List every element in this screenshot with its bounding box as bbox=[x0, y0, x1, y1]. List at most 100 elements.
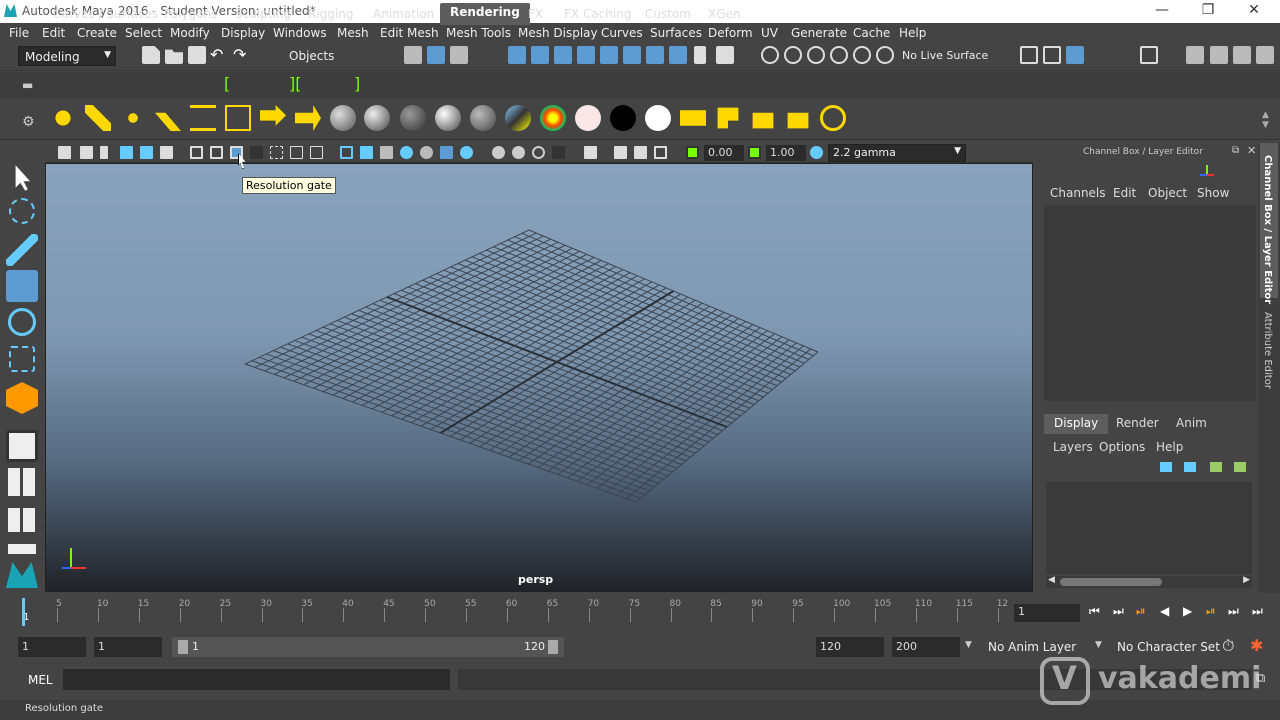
volume-light-icon[interactable] bbox=[225, 105, 251, 131]
tab-sculpting[interactable]: Sculpting bbox=[235, 5, 291, 24]
select-by-object-icon[interactable] bbox=[427, 46, 445, 64]
select-surfaces-icon[interactable] bbox=[577, 46, 595, 64]
select-curves-icon[interactable] bbox=[554, 46, 572, 64]
step-back-key-icon[interactable]: ⏭ bbox=[1113, 604, 1124, 619]
current-frame-field[interactable]: 1 bbox=[1014, 604, 1080, 622]
step-forward-key-icon[interactable]: ⏭ bbox=[1228, 604, 1239, 619]
menu-surfaces[interactable]: Surfaces bbox=[650, 26, 702, 40]
symmetry-icon[interactable] bbox=[1140, 46, 1158, 64]
menu-options[interactable]: Options bbox=[1099, 440, 1145, 454]
image-plane-icon[interactable] bbox=[120, 146, 133, 159]
screen-space-ao-icon[interactable] bbox=[460, 146, 473, 159]
menu-file[interactable]: File bbox=[9, 26, 29, 40]
select-by-component-icon[interactable] bbox=[450, 46, 468, 64]
textured-icon[interactable] bbox=[400, 146, 413, 159]
shelf-settings-icon[interactable]: ⚙ bbox=[22, 114, 35, 130]
render-view-icon[interactable] bbox=[1066, 46, 1084, 64]
select-handles-icon[interactable] bbox=[508, 46, 526, 64]
tab-fx-caching[interactable]: FX Caching bbox=[564, 5, 631, 24]
gate-mask-icon[interactable] bbox=[250, 146, 263, 159]
anim-layer-dropdown[interactable]: No Anim Layer bbox=[988, 640, 1076, 654]
tab-display-layers[interactable]: Display bbox=[1044, 414, 1109, 434]
outliner-layout-icon[interactable] bbox=[8, 544, 36, 554]
area-light-icon[interactable] bbox=[190, 105, 216, 131]
use-background-icon[interactable] bbox=[610, 105, 636, 131]
close-button[interactable]: ✕ bbox=[1244, 2, 1264, 18]
phong-e-material-icon[interactable] bbox=[435, 105, 461, 131]
menu-generate[interactable]: Generate bbox=[791, 26, 847, 40]
step-forward-frame-icon[interactable]: ⏯ bbox=[1206, 604, 1216, 619]
go-to-end-icon[interactable]: ⏭ bbox=[1252, 604, 1263, 619]
command-input[interactable] bbox=[63, 669, 450, 690]
select-joints-icon[interactable] bbox=[531, 46, 549, 64]
four-view-layout-icon[interactable] bbox=[8, 468, 36, 496]
paint-select-tool-icon[interactable] bbox=[6, 234, 38, 266]
move-layer-up-icon[interactable] bbox=[1160, 462, 1172, 472]
tab-animation[interactable]: Animation bbox=[373, 5, 434, 24]
layer-scrollbar[interactable]: ◀ ▶ bbox=[1046, 575, 1252, 588]
gamma-field[interactable]: 1.00 bbox=[766, 145, 806, 161]
single-perspective-view-icon[interactable] bbox=[6, 430, 38, 462]
menu-mesh-tools[interactable]: Mesh Tools bbox=[446, 26, 511, 40]
menu-curves[interactable]: Curves bbox=[601, 26, 643, 40]
go-to-start-icon[interactable]: ⏮ bbox=[1089, 604, 1100, 619]
field-chart-icon[interactable] bbox=[270, 146, 283, 159]
phong-material-icon[interactable] bbox=[364, 105, 390, 131]
layered-shader-icon[interactable] bbox=[505, 105, 531, 131]
snap-to-curve-icon[interactable] bbox=[784, 46, 802, 64]
move-tool-icon[interactable] bbox=[6, 270, 38, 302]
lasso-tool-icon[interactable] bbox=[9, 198, 35, 224]
select-deformations-icon[interactable] bbox=[600, 46, 618, 64]
tab-curves-surfaces[interactable]: Curves / Surfaces bbox=[53, 5, 158, 24]
snap-to-view-plane-icon[interactable] bbox=[830, 46, 848, 64]
menu-cache[interactable]: Cache bbox=[853, 26, 890, 40]
rotate-tool-icon[interactable] bbox=[8, 308, 36, 336]
play-backwards-icon[interactable]: ◀ bbox=[1160, 604, 1169, 618]
tab-rigging[interactable]: Rigging bbox=[308, 5, 353, 24]
tab-polygons[interactable]: Polygons bbox=[164, 5, 217, 24]
safe-title-icon[interactable] bbox=[310, 146, 323, 159]
snap-to-surface-icon[interactable] bbox=[853, 46, 871, 64]
scale-tool-icon[interactable] bbox=[9, 346, 35, 372]
grid-toggle-icon[interactable] bbox=[190, 146, 203, 159]
new-layer-icon[interactable] bbox=[1210, 462, 1222, 472]
select-dynamics-icon[interactable] bbox=[623, 46, 641, 64]
maximize-button[interactable]: ❐ bbox=[1198, 2, 1218, 18]
animation-start-field[interactable]: 1 bbox=[18, 637, 86, 657]
select-rendering-icon[interactable] bbox=[646, 46, 664, 64]
blinn-material-icon[interactable] bbox=[330, 105, 356, 131]
tab-rendering[interactable]: Rendering bbox=[440, 3, 530, 25]
playback-start-field[interactable]: 1 bbox=[94, 637, 162, 657]
two-d-pan-zoom-icon[interactable] bbox=[140, 146, 153, 159]
step-back-frame-icon[interactable]: ⏯ bbox=[1136, 604, 1146, 619]
select-by-hierarchy-icon[interactable] bbox=[404, 46, 422, 64]
auto-key-icon[interactable]: ⏱ bbox=[1222, 636, 1234, 656]
persp-outliner-layout-icon[interactable] bbox=[8, 508, 36, 532]
camera-attributes-icon[interactable] bbox=[80, 146, 93, 159]
chevron-down-icon[interactable]: ▼ bbox=[1095, 640, 1102, 650]
play-forwards-icon[interactable]: ▶ bbox=[1183, 604, 1192, 618]
save-scene-icon[interactable] bbox=[188, 46, 206, 64]
menu-edit[interactable]: Edit bbox=[42, 26, 65, 40]
view-transform-dropdown[interactable]: 2.2 gamma ▼ bbox=[828, 144, 966, 162]
ambient-light-icon[interactable] bbox=[50, 105, 76, 131]
animation-preferences-icon[interactable]: ✱ bbox=[1250, 636, 1263, 655]
menu-cb-edit[interactable]: Edit bbox=[1113, 186, 1136, 200]
exposure-field[interactable]: 0.00 bbox=[704, 145, 744, 161]
exposure-icon[interactable] bbox=[686, 146, 699, 159]
tab-custom[interactable]: Custom bbox=[645, 5, 691, 24]
backface-culling-icon[interactable] bbox=[654, 146, 667, 159]
xray-joints-icon[interactable] bbox=[614, 146, 627, 159]
snap-to-point-icon[interactable] bbox=[807, 46, 825, 64]
select-camera-icon[interactable] bbox=[58, 146, 71, 159]
construction-history-icon[interactable] bbox=[1043, 46, 1061, 64]
menu-layer-help[interactable]: Help bbox=[1156, 440, 1183, 454]
chevron-down-icon[interactable]: ▼ bbox=[965, 640, 972, 650]
isolate-select-icon[interactable] bbox=[552, 146, 565, 159]
wireframe-on-shaded-icon[interactable] bbox=[380, 146, 393, 159]
highlight-selection-icon[interactable] bbox=[716, 46, 734, 64]
new-layer-selected-icon[interactable] bbox=[1234, 462, 1246, 472]
render-settings-icon[interactable] bbox=[820, 105, 846, 131]
side-tab-channel-box[interactable]: Channel Box / Layer Editor bbox=[1262, 155, 1273, 304]
tool-settings-icon[interactable] bbox=[1210, 46, 1228, 64]
